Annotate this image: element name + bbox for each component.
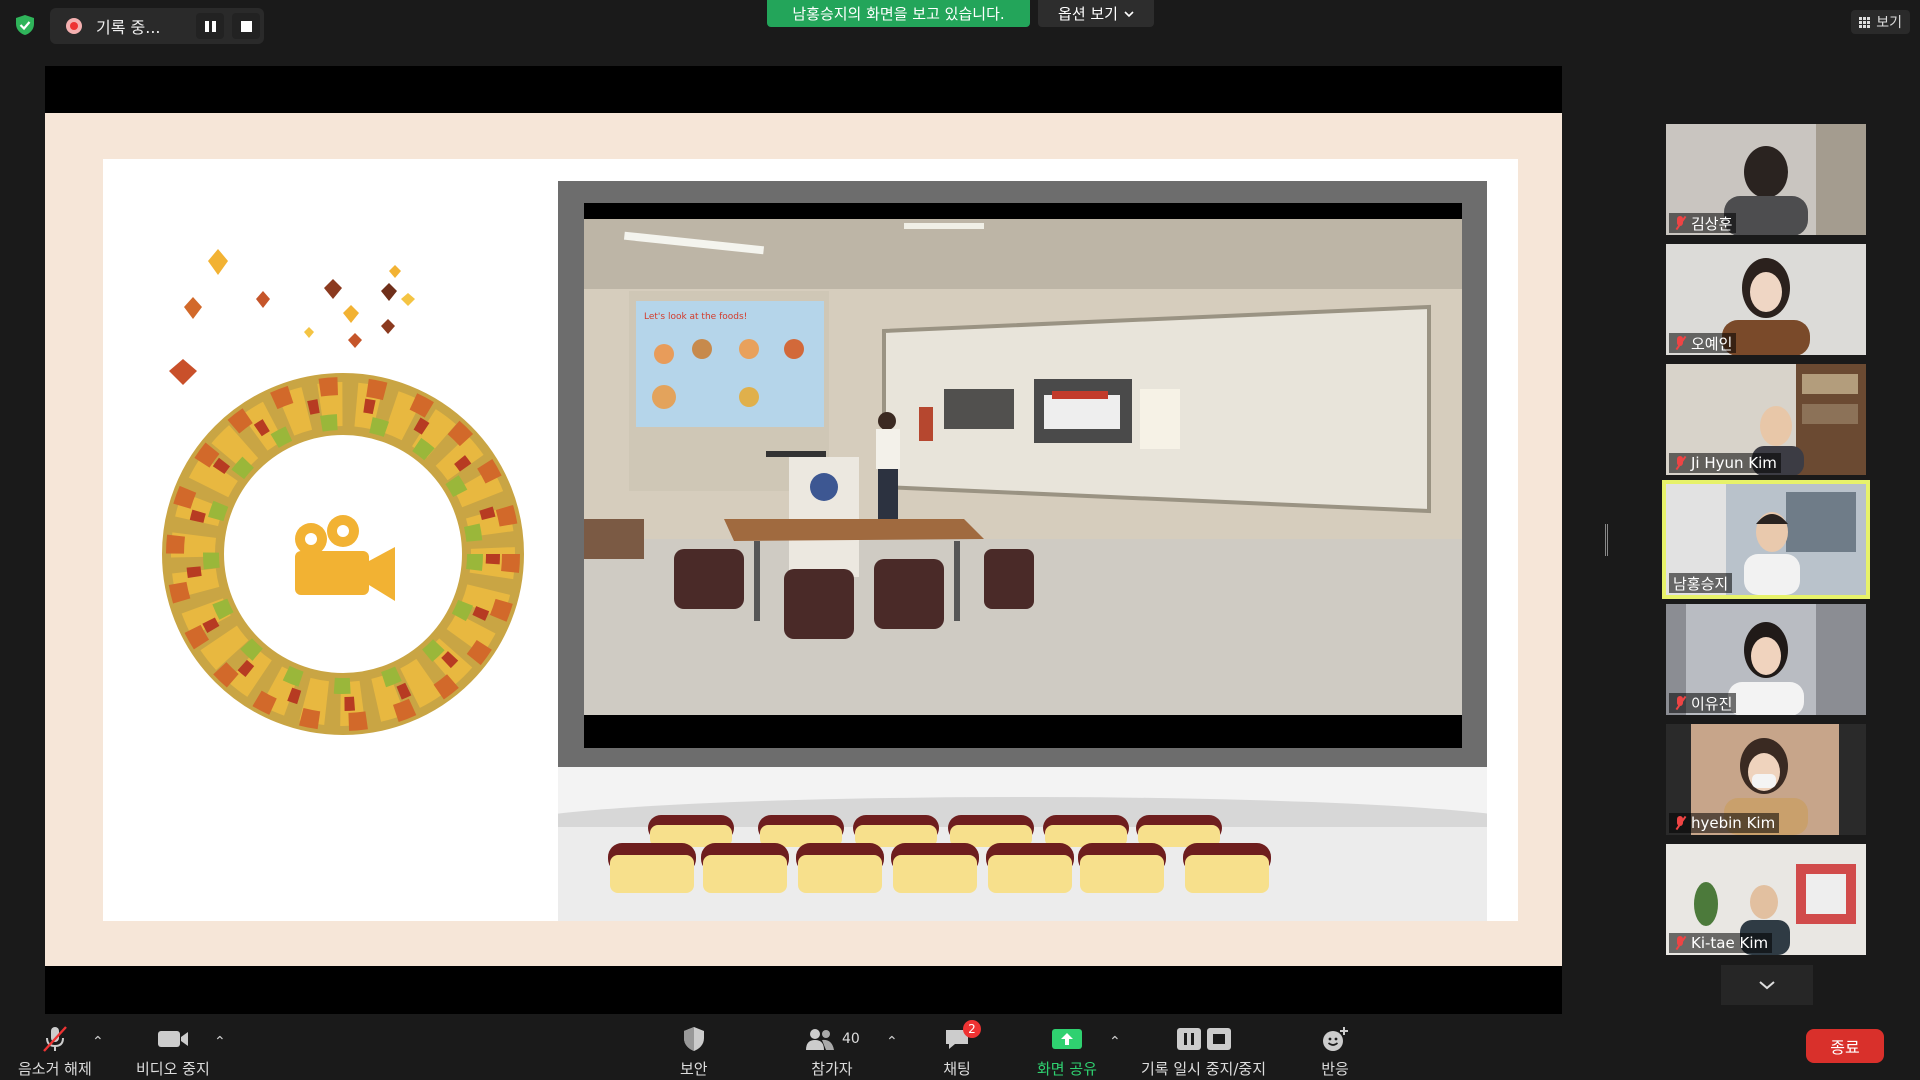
participant-name: Ji Hyun Kim bbox=[1691, 454, 1777, 472]
participant-tile[interactable]: 김상훈 bbox=[1666, 124, 1866, 235]
meeting-toolbar: 음소거 해제 ⌃ 비디오 중지 ⌃ 보안 40 참가자 ⌃ 2 채팅 화면 공유… bbox=[0, 1014, 1920, 1080]
pause-stop-recording-label: 기록 일시 중지/중지 bbox=[1141, 1060, 1266, 1078]
participant-name: 이유진 bbox=[1691, 694, 1733, 713]
security-button[interactable]: 보안 bbox=[680, 1024, 708, 1079]
recording-label: 기록 중... bbox=[96, 18, 161, 37]
chevron-down-icon bbox=[1124, 10, 1134, 17]
audio-options-caret[interactable]: ⌃ bbox=[92, 1034, 104, 1050]
classroom-scene-image: Let's look at the foods! bbox=[584, 219, 1462, 715]
viewing-screen-banner: 남홍승지의 화면을 보고 있습니다. bbox=[767, 0, 1030, 27]
stop-icon bbox=[240, 20, 252, 32]
participant-tile[interactable]: Ji Hyun Kim bbox=[1666, 364, 1866, 475]
pause-icon bbox=[204, 20, 216, 32]
shield-icon bbox=[683, 1027, 704, 1051]
muted-mic-icon bbox=[1673, 335, 1687, 351]
participant-name: 오예인 bbox=[1691, 334, 1733, 353]
chat-button[interactable]: 2 채팅 bbox=[943, 1020, 981, 1079]
embedded-video-panel: Let's look at the foods! bbox=[558, 181, 1487, 767]
muted-mic-icon bbox=[1673, 455, 1687, 471]
recording-dot-icon bbox=[66, 18, 82, 34]
view-options-button[interactable]: 옵션 보기 bbox=[1038, 0, 1154, 27]
video-camera-icon bbox=[157, 1031, 188, 1047]
classroom-video: Let's look at the foods! bbox=[584, 219, 1462, 715]
participant-tile[interactable]: Ki-tae Kim bbox=[1666, 844, 1866, 955]
participants-options-caret[interactable]: ⌃ bbox=[886, 1034, 898, 1050]
view-layout-button[interactable]: 보기 bbox=[1851, 10, 1910, 34]
recording-indicator: 기록 중... bbox=[50, 8, 264, 44]
panel-resize-handle[interactable] bbox=[1605, 524, 1608, 556]
security-label: 보안 bbox=[680, 1060, 708, 1078]
smiley-icon bbox=[1323, 1027, 1348, 1051]
participants-label: 참가자 bbox=[811, 1060, 853, 1078]
security-shield-icon bbox=[16, 15, 34, 35]
slide-content: Let's look at the foods! bbox=[103, 159, 1518, 921]
participants-button[interactable]: 40 참가자 bbox=[804, 1024, 860, 1079]
participants-icon bbox=[806, 1029, 834, 1050]
reactions-label: 반응 bbox=[1321, 1060, 1349, 1078]
end-meeting-button[interactable]: 종료 bbox=[1806, 1029, 1884, 1063]
gallery-scroll-down-button[interactable] bbox=[1721, 965, 1813, 1005]
muted-mic-icon bbox=[1673, 815, 1687, 831]
mic-muted-icon bbox=[43, 1026, 67, 1052]
share-options-caret[interactable]: ⌃ bbox=[1109, 1034, 1121, 1050]
chat-label: 채팅 bbox=[943, 1060, 971, 1078]
muted-mic-icon bbox=[1673, 935, 1687, 951]
video-options-caret[interactable]: ⌃ bbox=[214, 1034, 226, 1050]
stop-recording-button[interactable] bbox=[232, 13, 260, 39]
muted-mic-icon bbox=[1673, 695, 1687, 711]
share-screen-icon bbox=[1051, 1029, 1082, 1049]
pause-stop-recording-button[interactable]: 기록 일시 중지/중지 bbox=[1141, 1024, 1266, 1079]
shared-screen: Let's look at the foods! bbox=[45, 66, 1562, 1014]
grid-icon bbox=[1859, 16, 1871, 28]
unmute-label: 음소거 해제 bbox=[18, 1060, 92, 1078]
participant-name: Ki-tae Kim bbox=[1691, 934, 1769, 952]
participant-name: 김상훈 bbox=[1691, 214, 1733, 233]
participant-name: 남홍승지 bbox=[1673, 574, 1729, 593]
projector-slide-text: Let's look at the foods! bbox=[644, 312, 747, 322]
view-layout-label: 보기 bbox=[1876, 15, 1902, 31]
participant-tile[interactable]: 오예인 bbox=[1666, 244, 1866, 355]
participants-count: 40 bbox=[842, 1031, 860, 1047]
stop-video-button[interactable]: 비디오 중지 bbox=[136, 1024, 210, 1079]
pause-stop-recording-icon bbox=[1176, 1028, 1231, 1050]
theater-seats-image bbox=[558, 767, 1487, 921]
autumn-wreath-image bbox=[162, 249, 524, 735]
unmute-button[interactable]: 음소거 해제 bbox=[18, 1024, 92, 1079]
participant-tile[interactable]: hyebin Kim bbox=[1666, 724, 1866, 835]
stop-video-label: 비디오 중지 bbox=[136, 1060, 210, 1078]
participant-tile-active-speaker[interactable]: 남홍승지 bbox=[1662, 480, 1870, 599]
chat-unread-badge: 2 bbox=[963, 1020, 981, 1038]
presentation-slide: Let's look at the foods! bbox=[45, 113, 1562, 966]
chevron-down-icon bbox=[1759, 981, 1775, 990]
muted-mic-icon bbox=[1673, 215, 1687, 231]
share-screen-label: 화면 공유 bbox=[1037, 1060, 1097, 1078]
view-options-label: 옵션 보기 bbox=[1058, 5, 1118, 23]
participant-name: hyebin Kim bbox=[1691, 814, 1776, 832]
participant-tile[interactable]: 이유진 bbox=[1666, 604, 1866, 715]
reactions-button[interactable]: 반응 bbox=[1320, 1024, 1350, 1079]
pause-recording-button[interactable] bbox=[196, 13, 224, 39]
video-frame: Let's look at the foods! bbox=[584, 203, 1462, 748]
share-screen-button[interactable]: 화면 공유 bbox=[1037, 1024, 1097, 1079]
